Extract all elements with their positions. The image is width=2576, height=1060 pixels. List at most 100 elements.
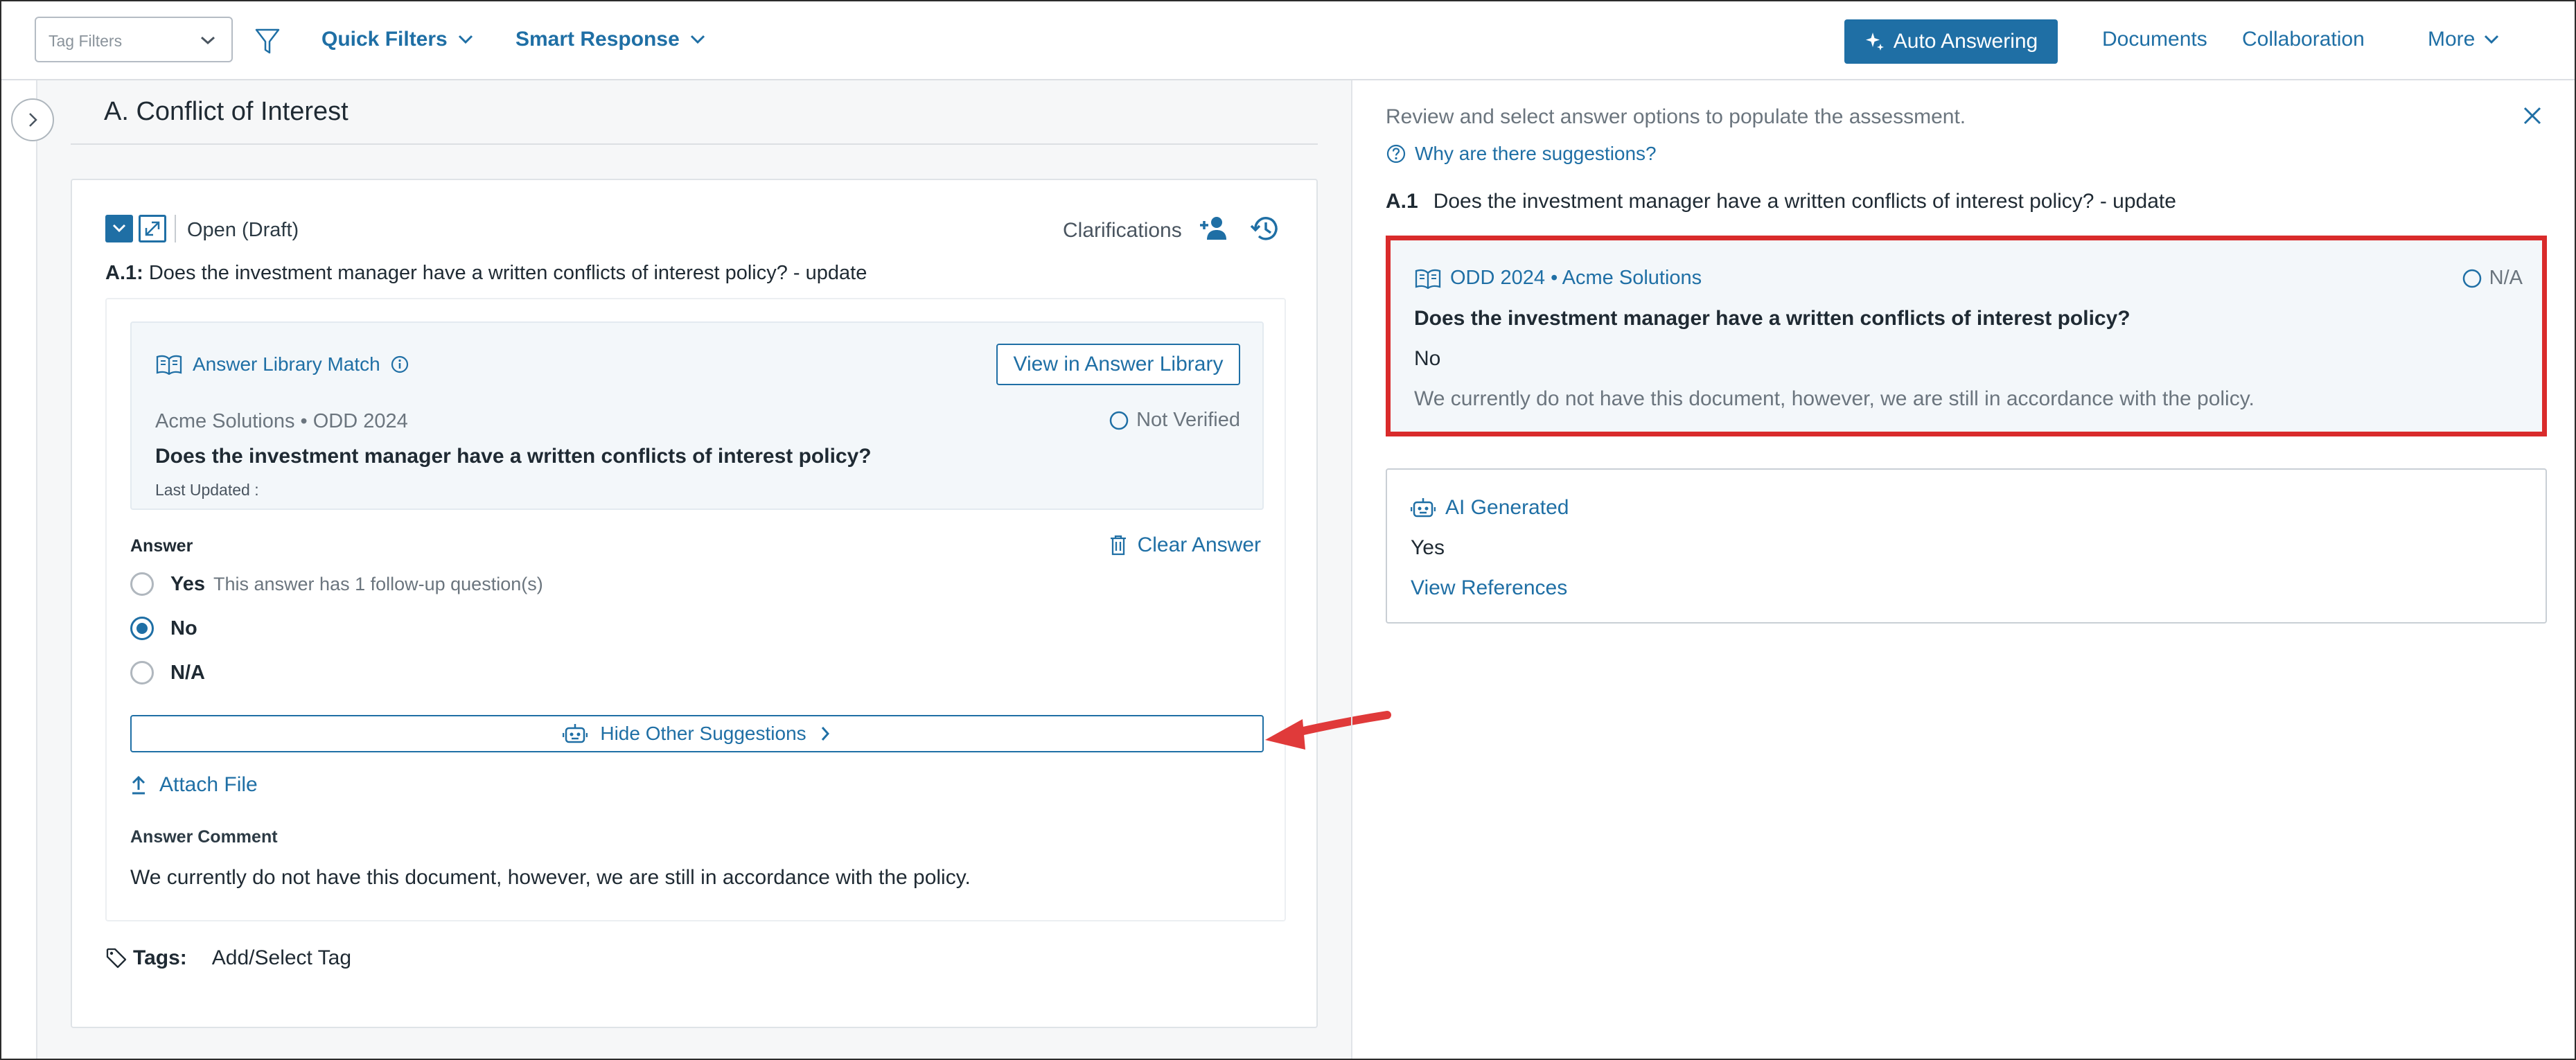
right-question-text: Does the investment manager have a writt… <box>1433 190 2176 213</box>
view-in-answer-library-button[interactable]: View in Answer Library <box>996 344 1240 385</box>
suggestion-question: Does the investment manager have a writt… <box>1414 307 2131 330</box>
annotation-arrow-icon <box>1265 711 1391 750</box>
clear-answer-label: Clear Answer <box>1137 533 1261 556</box>
question-text: Does the investment manager have a writt… <box>148 262 867 284</box>
right-question-line: A.1 Does the investment manager have a wr… <box>1386 190 2176 213</box>
suggestion-source-label: ODD 2024 • Acme Solutions <box>1450 267 1702 289</box>
option-label: No <box>170 617 197 639</box>
answer-option-yes[interactable]: Yes This answer has 1 follow-up question… <box>130 572 543 596</box>
upload-icon <box>132 775 145 795</box>
section-divider <box>71 143 1318 145</box>
ai-generated-card[interactable]: AI Generated Yes View References <box>1386 468 2547 624</box>
documents-label: Documents <box>2102 28 2207 51</box>
filter-icon[interactable] <box>255 28 280 55</box>
tag-filter-placeholder: Tag Filters <box>48 32 123 50</box>
add-select-tag[interactable]: Add/Select Tag <box>212 946 351 970</box>
robot-icon <box>563 724 588 743</box>
library-question: Does the investment manager have a writt… <box>155 445 872 468</box>
expand-sidebar-button[interactable] <box>11 98 54 141</box>
answer-comment-text[interactable]: We currently do not have this document, … <box>130 866 971 890</box>
library-source: Acme Solutions • ODD 2024 <box>155 410 408 432</box>
circle-icon <box>2462 269 2481 288</box>
ai-generated-header: AI Generated <box>1411 496 1569 520</box>
question-card: Open (Draft) Clarifications A.1: Does th… <box>71 179 1318 1028</box>
answer-library-match-box: Answer Library Match View in Answer Libr… <box>130 321 1264 510</box>
documents-link[interactable]: Documents <box>2102 28 2207 51</box>
select-checkbox[interactable] <box>105 215 133 242</box>
chevron-right-icon <box>29 113 37 127</box>
collapsed-sidebar <box>1 80 37 1059</box>
chevron-down-icon <box>112 224 126 233</box>
verification-status: Not Verified <box>1109 409 1240 432</box>
answer-option-na[interactable]: N/A <box>130 661 205 684</box>
section-title: A. Conflict of Interest <box>104 97 349 126</box>
right-question-id: A.1 <box>1386 190 1418 213</box>
question-text-line: A.1: Does the investment manager have a … <box>105 262 867 285</box>
close-icon[interactable] <box>2522 105 2543 126</box>
expand-icon <box>145 221 160 236</box>
option-label: Yes <box>170 572 205 595</box>
chevron-down-icon <box>690 35 705 44</box>
answer-library-match-label: Answer Library Match <box>193 353 380 375</box>
option-label: N/A <box>170 661 205 684</box>
tags-row: Tags: Add/Select Tag <box>105 946 351 970</box>
hide-other-suggestions-label: Hide Other Suggestions <box>600 723 806 744</box>
clear-answer-button[interactable]: Clear Answer <box>1109 533 1261 557</box>
attach-file-button[interactable]: Attach File <box>130 773 258 797</box>
answer-area: Answer Library Match View in Answer Libr… <box>105 298 1286 921</box>
tags-label: Tags: <box>133 946 187 969</box>
collaboration-link[interactable]: Collaboration <box>2242 28 2365 51</box>
top-toolbar: Tag Filters Quick Filters Smart Response… <box>1 1 2575 80</box>
info-icon[interactable] <box>390 355 409 374</box>
suggestion-verification: N/A <box>2462 267 2523 290</box>
sparkle-icon <box>1865 33 1884 51</box>
radio-yes[interactable] <box>130 572 154 596</box>
more-menu[interactable]: More <box>2428 28 2500 51</box>
smart-response-label: Smart Response <box>515 28 680 51</box>
auto-answering-label: Auto Answering <box>1893 30 2038 53</box>
trash-icon <box>1110 535 1126 556</box>
ai-answer: Yes <box>1411 536 1445 559</box>
library-suggestion-card[interactable]: ODD 2024 • Acme Solutions N/A Does the i… <box>1386 236 2547 436</box>
clarifications-link[interactable]: Clarifications <box>1063 219 1182 242</box>
collaboration-label: Collaboration <box>2242 28 2365 51</box>
history-icon[interactable] <box>1250 215 1280 242</box>
attach-file-label: Attach File <box>159 773 258 796</box>
suggestion-source: ODD 2024 • Acme Solutions <box>1414 267 1702 290</box>
expand-question-button[interactable] <box>139 215 166 242</box>
more-label: More <box>2428 28 2476 51</box>
question-id: A.1: <box>105 262 143 284</box>
chevron-down-icon <box>200 33 216 47</box>
robot-icon <box>1411 498 1436 518</box>
why-suggestions-link[interactable]: Why are there suggestions? <box>1386 143 1657 165</box>
option-note: This answer has 1 follow-up question(s) <box>213 573 543 594</box>
chevron-down-icon <box>2485 35 2499 44</box>
quick-filters-label: Quick Filters <box>321 28 448 51</box>
suggestion-verification-label: N/A <box>2489 267 2523 289</box>
smart-response-menu[interactable]: Smart Response <box>515 28 706 51</box>
radio-no[interactable] <box>130 617 154 640</box>
last-updated: Last Updated : <box>155 481 259 499</box>
answer-label: Answer <box>130 536 193 556</box>
hide-other-suggestions-button[interactable]: Hide Other Suggestions <box>130 715 1264 752</box>
tag-filter-select[interactable]: Tag Filters <box>35 17 233 62</box>
view-references-link[interactable]: View References <box>1411 576 1567 600</box>
verification-label: Not Verified <box>1136 409 1240 431</box>
book-icon <box>1415 269 1441 289</box>
quick-filters-menu[interactable]: Quick Filters <box>321 28 474 51</box>
answer-library-match-header: Answer Library Match <box>155 353 409 376</box>
help-icon <box>1386 144 1406 164</box>
ai-generated-label: AI Generated <box>1445 496 1569 519</box>
divider <box>175 215 176 242</box>
suggestions-intro: Review and select answer options to popu… <box>1386 105 1966 128</box>
chevron-right-icon <box>821 727 829 741</box>
add-person-icon[interactable] <box>1199 215 1230 242</box>
suggestion-answer: No <box>1414 347 1441 370</box>
auto-answering-button[interactable]: Auto Answering <box>1844 19 2058 64</box>
answer-option-no[interactable]: No <box>130 617 197 640</box>
why-suggestions-label: Why are there suggestions? <box>1415 143 1657 164</box>
panel-divider <box>1351 80 1352 1059</box>
radio-na[interactable] <box>130 661 154 684</box>
suggestion-comment: We currently do not have this document, … <box>1414 387 2255 410</box>
app-window: Tag Filters Quick Filters Smart Response… <box>0 0 2576 1060</box>
